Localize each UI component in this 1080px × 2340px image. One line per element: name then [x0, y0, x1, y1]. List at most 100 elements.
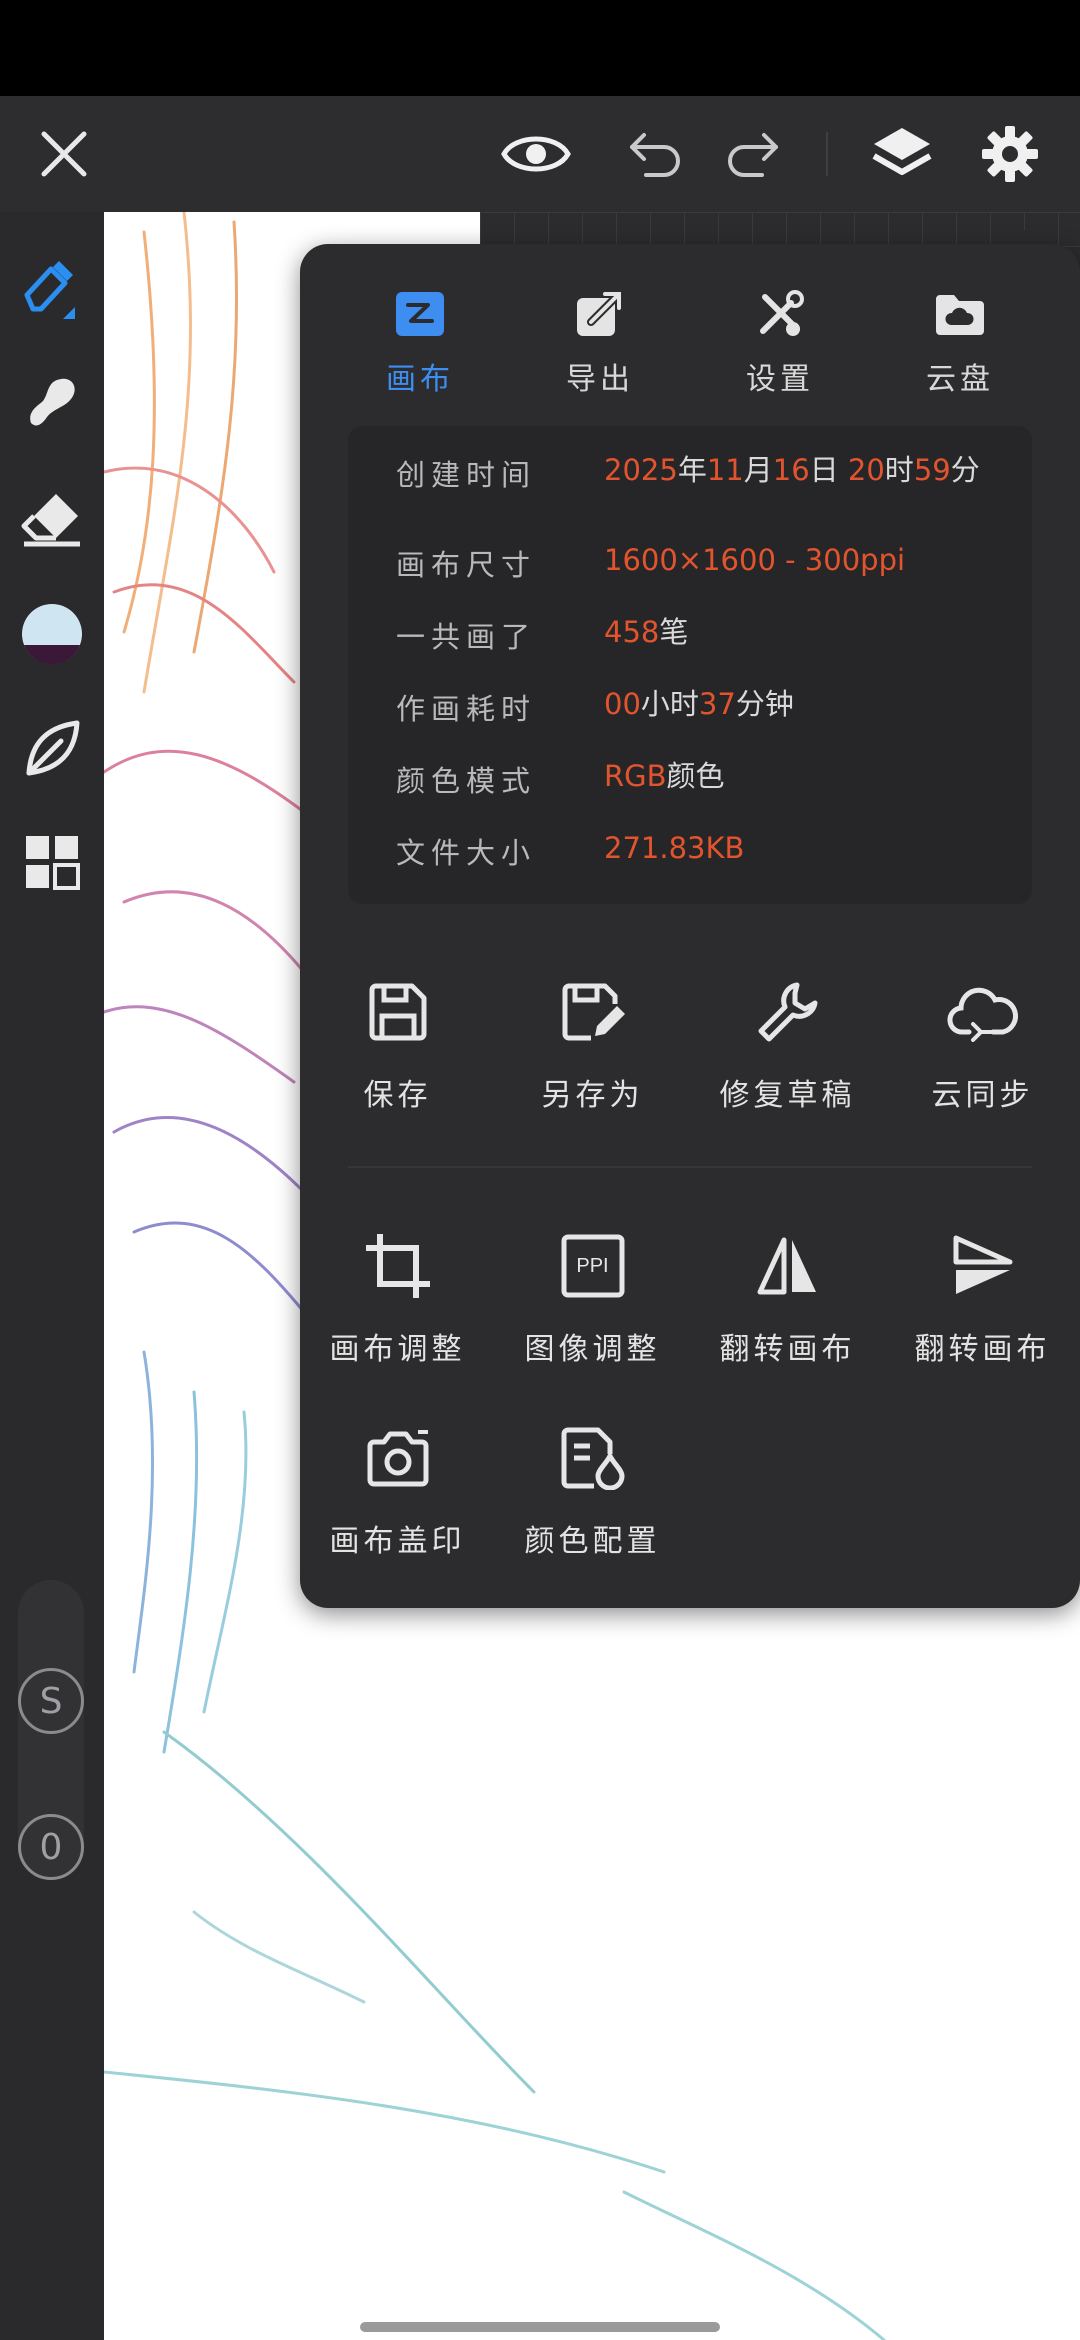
eye-icon: [501, 136, 571, 172]
undo-icon: [630, 133, 680, 177]
flip-vertical-icon: [953, 1235, 1012, 1294]
redo-button[interactable]: [716, 118, 788, 190]
stroke-unit: 笔: [659, 615, 689, 649]
info-row-created: 创建时间 2025年11月16日 20时59分: [396, 452, 1004, 494]
wrench-icon: [758, 982, 817, 1042]
save-button[interactable]: 保存: [300, 974, 495, 1114]
toolbar-divider: [826, 132, 828, 176]
created-day: 16: [772, 453, 810, 487]
save-as-label: 另存为: [541, 1078, 644, 1113]
undo-button[interactable]: [620, 118, 692, 190]
color-swatch: [22, 604, 82, 665]
info-key-size: 画布尺寸: [396, 548, 537, 582]
smoothing-label: S: [39, 1680, 63, 1722]
color-profile-button[interactable]: 颜色配置: [495, 1420, 690, 1560]
canvas-adjust-button[interactable]: 画布调整: [300, 1228, 495, 1368]
smudge-tool-button[interactable]: [14, 364, 90, 440]
panel-pointer: [992, 222, 1040, 246]
preview-button[interactable]: [500, 118, 572, 190]
info-row-duration: 作画耗时 00小时37分钟: [396, 686, 1004, 728]
eraser-icon: [21, 494, 80, 547]
color-mode-value: RGB: [604, 759, 667, 793]
close-icon: [41, 131, 87, 177]
color-picker-button[interactable]: [14, 596, 90, 672]
created-year: 2025: [604, 453, 678, 487]
info-value-created: 2025年11月16日 20时59分: [604, 452, 1004, 494]
opacity-badge[interactable]: 0: [18, 1814, 84, 1880]
tools-icon: [760, 290, 804, 336]
close-button[interactable]: [28, 118, 100, 190]
canvas-stamp-label: 画布盖印: [329, 1524, 466, 1559]
created-day-unit: 日: [809, 453, 839, 487]
repair-draft-label: 修复草稿: [719, 1078, 856, 1113]
canvas-info-box: 创建时间 2025年11月16日 20时59分 画布尺寸 1600×1600 -…: [348, 426, 1032, 904]
flip-horizontal-button[interactable]: 翻转画布: [690, 1228, 885, 1368]
duration-hours: 00: [604, 687, 641, 721]
info-key-file-size: 文件大小: [396, 836, 537, 870]
info-value-duration: 00小时37分钟: [604, 686, 1004, 728]
flip-vertical-label: 翻转画布: [914, 1332, 1051, 1367]
gear-icon: [982, 126, 1038, 182]
created-minute: 59: [913, 453, 951, 487]
info-row-file-size: 文件大小 271.83KB: [396, 830, 1004, 872]
info-row-size: 画布尺寸 1600×1600 - 300ppi: [396, 542, 1004, 584]
flip-vertical-button[interactable]: 翻转画布: [885, 1228, 1080, 1368]
smoothing-badge[interactable]: S: [18, 1668, 84, 1734]
color-profile-icon: [561, 1427, 624, 1490]
pen-tool-button[interactable]: [14, 252, 90, 328]
cloud-sync-icon: [947, 987, 1018, 1042]
ppi-badge: PPI: [576, 1254, 609, 1277]
repair-draft-button[interactable]: 修复草稿: [690, 974, 885, 1114]
actions-divider: [348, 1166, 1032, 1168]
canvas-stamp-button[interactable]: 画布盖印: [300, 1420, 495, 1560]
tab-export-label: 导出: [566, 362, 634, 397]
more-tools-button[interactable]: [14, 824, 90, 900]
info-key-strokes: 一共画了: [396, 620, 537, 654]
created-year-unit: 年: [677, 453, 707, 487]
duration-hours-unit: 小时: [640, 687, 699, 721]
tab-settings-label: 设置: [746, 362, 814, 397]
duration-minutes-unit: 分钟: [735, 687, 794, 721]
redo-icon: [728, 133, 778, 177]
layers-button[interactable]: [866, 118, 938, 190]
flip-horizontal-icon: [757, 1237, 816, 1295]
canvas-menu-panel: 画布 导出 设置 云盘 创建时间 2025年11月16日 20时59分 画布尺寸…: [300, 244, 1080, 1608]
info-value-file-size: 271.83KB: [604, 831, 745, 865]
brush-library-button[interactable]: [14, 710, 90, 786]
top-toolbar: [0, 96, 1080, 212]
tab-settings[interactable]: 设置: [690, 284, 870, 404]
tab-export[interactable]: 导出: [510, 284, 690, 404]
created-hour-unit: 时: [884, 453, 914, 487]
save-icon: [369, 983, 426, 1041]
grid-icon: [26, 836, 80, 890]
canvas-icon: [396, 292, 444, 336]
image-adjust-label: 图像调整: [524, 1332, 661, 1367]
tab-cloud-drive[interactable]: 云盘: [870, 284, 1050, 404]
image-adjust-button[interactable]: PPI 图像调整: [495, 1228, 690, 1368]
smudge-icon: [30, 378, 75, 426]
info-value-size: 1600×1600 - 300ppi: [604, 543, 906, 577]
tab-canvas[interactable]: 画布: [330, 284, 510, 404]
leaf-icon: [26, 720, 80, 776]
export-icon: [577, 290, 623, 336]
info-key-created: 创建时间: [396, 458, 537, 492]
save-label: 保存: [363, 1078, 432, 1113]
info-value-strokes: 458笔: [604, 614, 1004, 656]
left-toolbar: S 0: [0, 212, 104, 2340]
info-key-color-mode: 颜色模式: [396, 764, 537, 798]
tab-canvas-label: 画布: [386, 362, 454, 397]
created-hour: 20: [847, 453, 885, 487]
info-value-color-mode: RGB颜色: [604, 758, 1004, 800]
stroke-count: 458: [604, 615, 660, 649]
eraser-tool-button[interactable]: [14, 480, 90, 556]
status-bar: [0, 0, 1080, 96]
cloud-sync-button[interactable]: 云同步: [885, 974, 1080, 1114]
layers-icon: [872, 128, 932, 175]
created-month-unit: 月: [743, 453, 773, 487]
settings-button[interactable]: [974, 118, 1046, 190]
home-indicator[interactable]: [360, 2322, 720, 2332]
tab-cloud-drive-label: 云盘: [926, 362, 994, 397]
panel-tabs: 画布 导出 设置 云盘: [300, 284, 1080, 404]
save-as-button[interactable]: 另存为: [495, 974, 690, 1114]
color-profile-label: 颜色配置: [524, 1524, 661, 1559]
